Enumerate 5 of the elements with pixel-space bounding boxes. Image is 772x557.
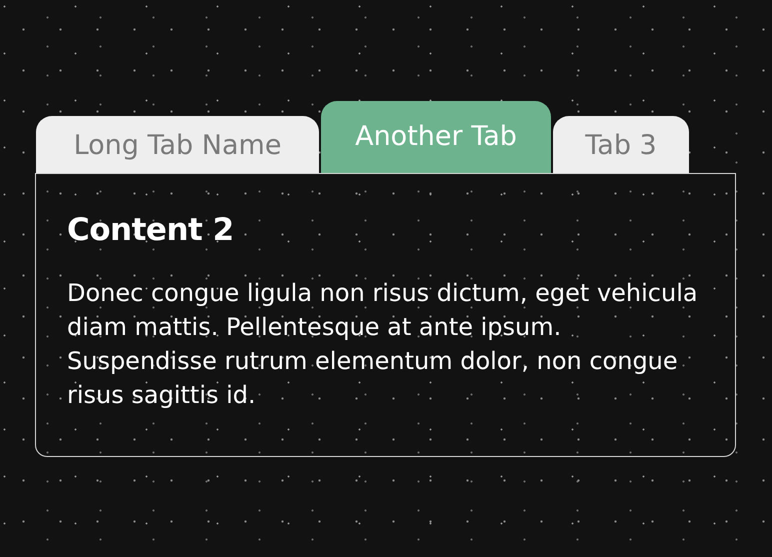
tab[interactable]: Long Tab Name [36, 116, 319, 173]
content-paragraph: Donec congue ligula non risus dictum, eget vehicula diam mattis. Pellentesque at ante ipsum. Suspendisse rutrum elementum dolor, non congue risus sagittis id. [67, 278, 699, 411]
tab[interactable]: Another Tab [321, 101, 551, 173]
tab[interactable]: Tab 3 [553, 116, 689, 173]
content-heading: Content 2 [67, 211, 235, 250]
